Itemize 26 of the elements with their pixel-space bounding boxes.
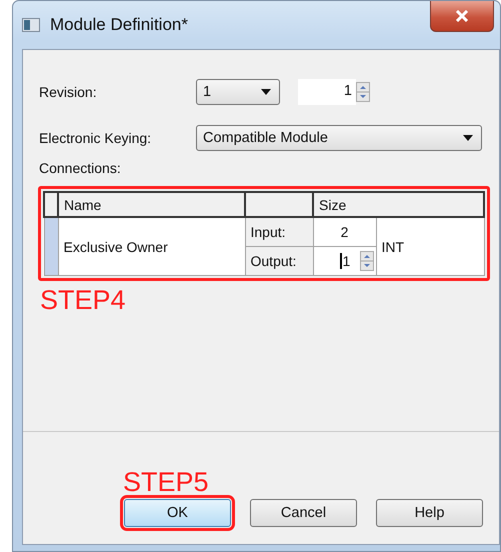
- section-label: Connections:: [39, 160, 122, 176]
- revision-dropdown[interactable]: 1: [196, 79, 280, 105]
- table-cell: Exclusive Owner: [58, 217, 245, 276]
- spin-arrows-icon[interactable]: [360, 251, 374, 271]
- keying-dropdown[interactable]: Compatible Module: [196, 125, 482, 151]
- column-header: Size: [313, 192, 484, 217]
- step-annotation: STEP5: [123, 467, 210, 497]
- field-label: Electronic Keying:: [39, 130, 152, 146]
- dropdown-caret-icon: [261, 89, 271, 95]
- dropdown-caret-icon: [463, 135, 473, 141]
- revision-minor-field[interactable]: 1: [298, 79, 356, 105]
- close-icon: [455, 10, 469, 22]
- field-label: Revision:: [39, 84, 98, 100]
- window-icon: [22, 18, 40, 32]
- spin-arrows-icon[interactable]: [356, 82, 370, 102]
- dialog-button[interactable]: Cancel: [250, 499, 357, 527]
- table-cell: Output:: [245, 246, 313, 276]
- column-header: Name: [58, 192, 245, 217]
- close-button[interactable]: [430, 1, 494, 32]
- table-cell: Input:: [245, 217, 313, 246]
- dialog-button[interactable]: Help: [376, 499, 483, 527]
- input-size-field[interactable]: 2: [313, 217, 376, 246]
- step-annotation: STEP4: [40, 285, 127, 315]
- table-cell: INT: [376, 217, 484, 276]
- window-title: Module Definition*: [50, 15, 188, 35]
- output-size-field[interactable]: 1: [340, 253, 350, 269]
